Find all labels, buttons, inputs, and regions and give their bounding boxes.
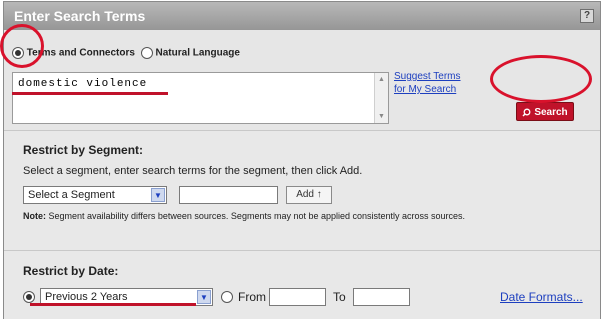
search-button[interactable]: Search [516, 102, 574, 121]
suggest-terms-link[interactable]: Suggest Terms for My Search [394, 70, 461, 96]
panel-title: Enter Search Terms [14, 8, 146, 24]
add-segment-button[interactable]: Add ↑ [286, 186, 332, 204]
chevron-down-icon[interactable]: ▼ [151, 188, 165, 202]
date-formats-link[interactable]: Date Formats... [500, 290, 583, 304]
segment-select[interactable]: Select a Segment ▼ [23, 186, 167, 204]
note-text: Segment availability differs between sou… [46, 211, 466, 221]
annotation-underline-query [12, 92, 168, 95]
scroll-up-icon[interactable]: ▲ [377, 75, 386, 84]
note-label: Note: [23, 211, 46, 221]
segment-description: Select a segment, enter search terms for… [23, 165, 363, 177]
search-query-text: domestic violence [18, 78, 148, 90]
annotation-circle-search [490, 55, 592, 103]
restrict-by-date-section: Restrict by Date: Previous 2 Years ▼ Fro… [4, 250, 600, 319]
date-preset-value: Previous 2 Years [45, 291, 128, 303]
scroll-down-icon[interactable]: ▼ [377, 112, 386, 121]
search-mode-options: Terms and Connectors Natural Language [12, 47, 240, 59]
natural-language-radio[interactable] [140, 47, 153, 59]
search-button-label: Search [534, 107, 568, 118]
annotation-underline-date [30, 303, 196, 306]
segment-select-value: Select a Segment [28, 189, 115, 201]
from-date-input[interactable] [269, 288, 326, 306]
segment-note: Note: Segment availability differs betwe… [23, 210, 583, 223]
panel-title-bar: Enter Search Terms ? [4, 2, 600, 30]
segment-terms-input[interactable] [179, 186, 278, 204]
suggest-terms-line1[interactable]: Suggest Terms [394, 70, 461, 83]
date-title: Restrict by Date: [23, 264, 119, 278]
from-label: From [238, 290, 266, 304]
suggest-terms-line2[interactable]: for My Search [394, 83, 461, 96]
annotation-circle-radio [0, 24, 44, 68]
search-panel: Enter Search Terms ? Terms and Connector… [3, 1, 601, 319]
segment-title: Restrict by Segment: [23, 143, 144, 157]
preset-date-radio[interactable] [23, 291, 35, 303]
search-icon [522, 108, 531, 117]
restrict-by-segment-section: Restrict by Segment: Select a segment, e… [4, 130, 600, 251]
help-icon[interactable]: ? [580, 9, 594, 23]
to-label: To [333, 290, 346, 304]
custom-date-radio[interactable] [221, 291, 233, 303]
natural-language-label[interactable]: Natural Language [156, 48, 240, 59]
search-textarea-scrollbar[interactable]: ▲ ▼ [374, 73, 388, 123]
search-textarea[interactable]: domestic violence ▲ ▼ [12, 72, 389, 124]
to-date-input[interactable] [353, 288, 410, 306]
chevron-down-icon[interactable]: ▼ [197, 290, 211, 304]
